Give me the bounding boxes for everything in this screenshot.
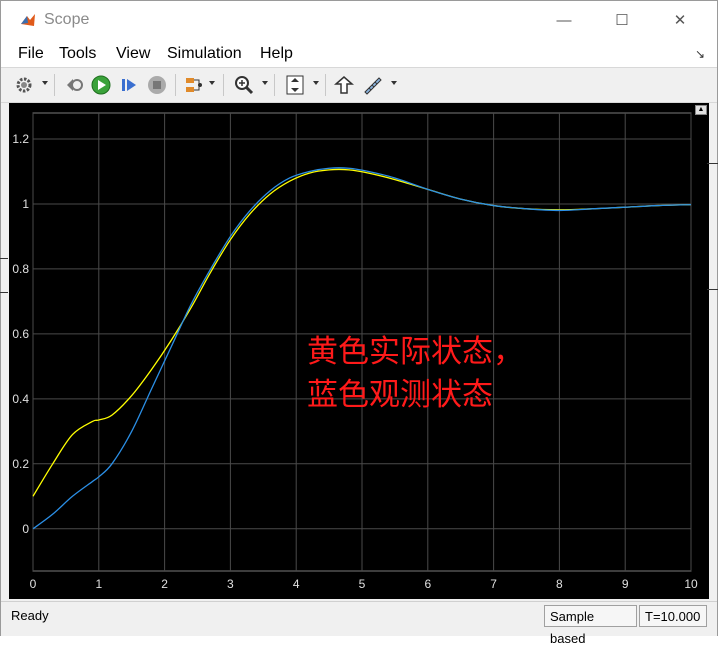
x-tick-label: 2: [161, 577, 168, 591]
signal-select-button[interactable]: [183, 74, 205, 96]
x-tick-label: 10: [684, 577, 698, 591]
y-tick-label: 1: [22, 197, 29, 211]
toolbar-separator: [175, 74, 176, 96]
status-bar: Ready Sample based T=10.000: [1, 601, 717, 646]
toolbar-separator: [223, 74, 224, 96]
run-button[interactable]: [90, 74, 112, 96]
stop-icon: [148, 76, 166, 94]
x-tick-label: 4: [293, 577, 300, 591]
menu-overflow-icon[interactable]: ↘: [695, 47, 705, 61]
x-tick-label: 3: [227, 577, 234, 591]
zoom-dropdown-icon[interactable]: [262, 81, 268, 85]
toolbar-separator: [274, 74, 275, 96]
edge-tick: [707, 163, 718, 164]
minimize-button[interactable]: —: [541, 7, 587, 33]
restore-icon: [67, 79, 83, 91]
y-tick-label: 0.2: [12, 457, 29, 471]
menu-tools[interactable]: Tools: [59, 45, 96, 63]
highlight-block-button[interactable]: [333, 74, 355, 96]
settings-dropdown-icon[interactable]: [42, 81, 48, 85]
title-bar: Scope — ☐ ✕: [1, 1, 717, 39]
menu-help[interactable]: Help: [260, 45, 293, 63]
y-tick-label: 0: [22, 522, 29, 536]
measurements-button[interactable]: [361, 74, 383, 96]
undock-axes-icon[interactable]: ▲: [695, 105, 707, 115]
maximize-button[interactable]: ☐: [599, 7, 645, 33]
minimize-icon: —: [556, 11, 572, 29]
x-tick-label: 9: [622, 577, 629, 591]
annotation-line-1: 黄色实际状态，: [307, 334, 524, 370]
step-forward-icon: [122, 79, 136, 91]
autoscale-icon: [286, 75, 304, 95]
annotation-text: 黄色实际状态， 蓝色观测状态: [307, 331, 524, 417]
restore-button[interactable]: [63, 74, 85, 96]
y-tick-label: 0.4: [12, 392, 29, 406]
step-forward-button[interactable]: [118, 74, 140, 96]
menu-bar: File Tools View Simulation Help ↘: [1, 39, 717, 67]
sample-mode-indicator: Sample based: [544, 605, 637, 646]
zoom-button[interactable]: [233, 74, 255, 96]
signal-dropdown-icon[interactable]: [209, 81, 215, 85]
menu-file[interactable]: File: [18, 45, 44, 63]
close-button[interactable]: ✕: [657, 7, 703, 33]
status-ready: Ready: [11, 608, 49, 623]
toolbar: [1, 67, 717, 103]
x-tick-label: 7: [490, 577, 497, 591]
x-tick-label: 5: [359, 577, 366, 591]
signal-select-icon: [186, 78, 202, 92]
y-tick-label: 1.2: [12, 132, 29, 146]
highlight-icon: [334, 76, 354, 94]
annotation-line-2: 蓝色观测状态: [307, 377, 493, 413]
window-title: Scope: [44, 11, 90, 28]
edge-tick: [0, 258, 8, 259]
x-tick-label: 8: [556, 577, 563, 591]
gear-icon: [16, 77, 32, 93]
close-icon: ✕: [673, 12, 687, 29]
zoom-in-icon: [235, 76, 254, 95]
menu-simulation[interactable]: Simulation: [167, 45, 242, 63]
x-tick-label: 6: [424, 577, 431, 591]
measure-dropdown-icon[interactable]: [391, 81, 397, 85]
scope-window: Scope — ☐ ✕ File Tools View Simulation H…: [0, 0, 718, 646]
sim-time-indicator: T=10.000: [639, 605, 707, 627]
y-tick-label: 0.6: [12, 327, 29, 341]
y-tick-label: 0.8: [12, 262, 29, 276]
stop-button[interactable]: [146, 74, 168, 96]
matlab-logo-icon: [19, 11, 37, 29]
measure-icon: [364, 77, 382, 95]
edge-tick: [707, 289, 718, 290]
autoscale-button[interactable]: [284, 74, 306, 96]
menu-view[interactable]: View: [116, 45, 150, 63]
x-tick-label: 1: [95, 577, 102, 591]
maximize-icon: ☐: [615, 12, 629, 29]
x-tick-label: 0: [30, 577, 37, 591]
settings-button[interactable]: [13, 74, 35, 96]
autoscale-dropdown-icon[interactable]: [313, 81, 319, 85]
edge-tick: [0, 292, 8, 293]
run-icon: [91, 75, 111, 95]
toolbar-separator: [54, 74, 55, 96]
toolbar-separator: [325, 74, 326, 96]
